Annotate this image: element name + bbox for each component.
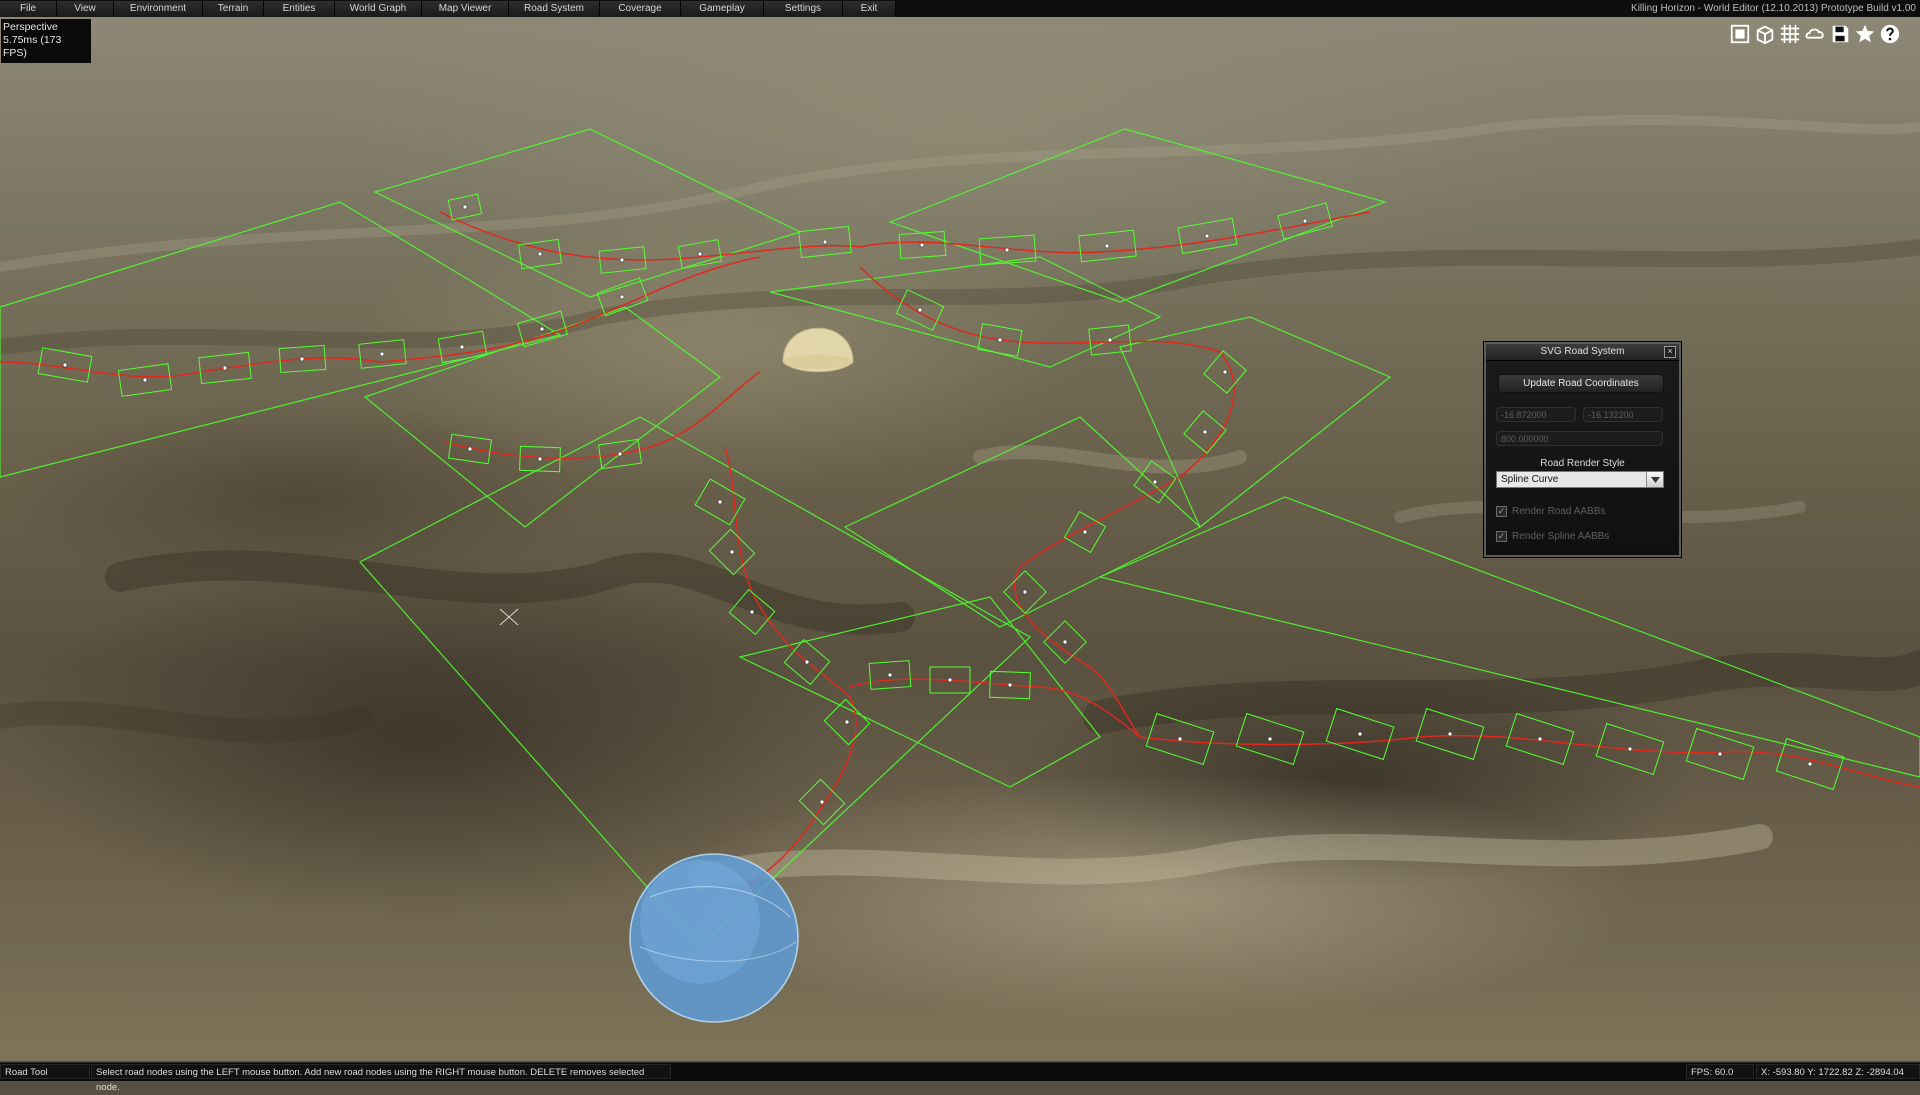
menu-exit[interactable]: Exit (843, 0, 896, 17)
road-spline (444, 371, 761, 459)
crosshair-icon (499, 608, 519, 626)
coord-z-field[interactable]: 800.000000 (1496, 431, 1663, 446)
coord-y-field[interactable]: -16.132200 (1583, 407, 1663, 422)
menu-environment[interactable]: Environment (114, 0, 203, 17)
menu-settings[interactable]: Settings (764, 0, 843, 17)
menu-view[interactable]: View (57, 0, 114, 17)
chevron-down-icon[interactable] (1646, 472, 1663, 487)
road-spline (859, 266, 1221, 353)
render-style-select[interactable]: Spline Curve (1496, 471, 1664, 488)
selection-sphere-gizmo (629, 853, 799, 1023)
cloud-icon[interactable] (1803, 22, 1827, 46)
road-aabb (1119, 316, 1392, 528)
road-spline (439, 211, 1371, 261)
viewport-info: Perspective 5.75ms (173 FPS) (1, 19, 91, 63)
frame-time-label: 5.75ms (173 FPS) (3, 34, 62, 59)
menu-coverage[interactable]: Coverage (600, 0, 681, 17)
star-icon[interactable] (1853, 22, 1877, 46)
menu-terrain[interactable]: Terrain (203, 0, 264, 17)
help-icon[interactable] (1878, 22, 1902, 46)
status-tool: Road Tool (0, 1064, 90, 1079)
panel-title: SVG Road System (1540, 346, 1625, 357)
road-spline (1014, 351, 1235, 738)
road-system-panel: SVG Road System × Update Road Coordinate… (1484, 342, 1681, 557)
view-mode-label: Perspective (3, 21, 58, 33)
menu-road-system[interactable]: Road System (509, 0, 600, 17)
single-view-icon[interactable] (1728, 22, 1752, 46)
grid-icon[interactable] (1778, 22, 1802, 46)
cube-view-icon[interactable] (1753, 22, 1777, 46)
road-aabb (0, 201, 562, 478)
render-road-aabbs-checkbox[interactable]: ✓ (1496, 505, 1507, 517)
status-bar: Road Tool Select road nodes using the LE… (0, 1062, 1920, 1093)
road-aabb (373, 128, 802, 298)
road-aabb (738, 596, 1101, 788)
viewport-toolbar (1728, 22, 1902, 46)
road-aabb (843, 416, 1202, 628)
render-style-value: Spline Curve (1501, 474, 1559, 485)
menu-gameplay[interactable]: Gameplay (681, 0, 764, 17)
app-title: Killing Horizon - World Editor (12.10.20… (1631, 3, 1916, 14)
panel-header[interactable]: SVG Road System × (1486, 344, 1679, 361)
menu-entities[interactable]: Entities (264, 0, 335, 17)
menu-map-viewer[interactable]: Map Viewer (422, 0, 509, 17)
road-aabb (888, 128, 1387, 303)
save-icon[interactable] (1828, 22, 1852, 46)
close-icon[interactable]: × (1664, 346, 1676, 358)
render-style-label: Road Render Style (1540, 458, 1625, 469)
road-spline (849, 678, 1920, 788)
menu-file[interactable]: File (0, 0, 57, 17)
road-spline (0, 256, 761, 378)
render-road-aabbs-label: Render Road AABBs (1512, 505, 1606, 517)
menu-bar: File View Environment Terrain Entities W… (0, 0, 1920, 18)
status-coords: X: -593.80 Y: 1722.82 Z: -2894.04 (1756, 1064, 1920, 1079)
update-road-coordinates-button[interactable]: Update Road Coordinates (1498, 374, 1664, 393)
status-fps: FPS: 60.0 (1686, 1064, 1754, 1079)
render-spline-aabbs-row[interactable]: ✓ Render Spline AABBs (1496, 529, 1609, 543)
menu-world-graph[interactable]: World Graph (335, 0, 422, 17)
status-hint: Select road nodes using the LEFT mouse b… (91, 1064, 671, 1093)
dome-marker (782, 327, 854, 373)
render-road-aabbs-row[interactable]: ✓ Render Road AABBs (1496, 504, 1605, 518)
render-spline-aabbs-checkbox[interactable]: ✓ (1496, 530, 1507, 542)
render-spline-aabbs-label: Render Spline AABBs (1512, 530, 1610, 542)
road-spline (724, 446, 857, 893)
coord-x-field[interactable]: -16.872000 (1496, 407, 1576, 422)
